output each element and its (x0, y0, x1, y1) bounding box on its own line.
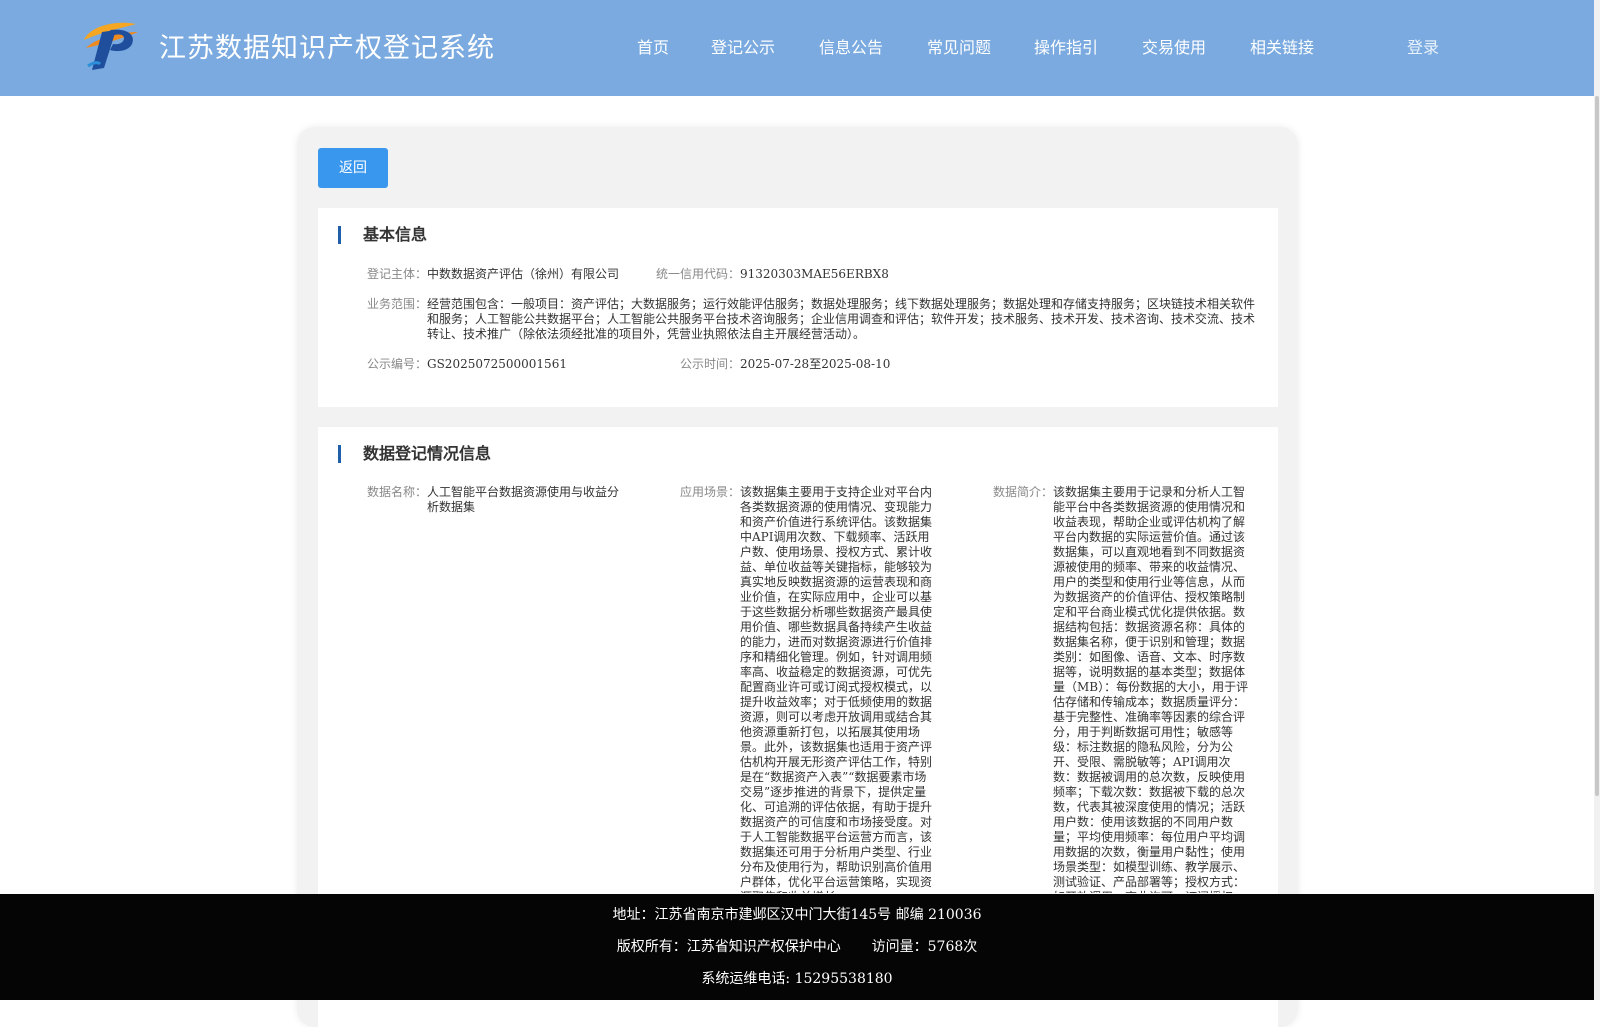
nav-registration-publicity[interactable]: 登记公示 (711, 34, 775, 58)
footer-address: 地址：江苏省南京市建邺区汉中门大街145号 邮编 210036 (612, 907, 982, 923)
basic-info-panel: 基本信息 登记主体： 中数数据资产评估（徐州）有限公司 统一信用代码： 9132… (318, 208, 1278, 407)
scope-field: 业务范围： 经营范围包含：一般项目：资产评估；大数据服务；运行效能评估服务；数据… (367, 297, 1257, 345)
data-name-value: 人工智能平台数据资源使用与收益分析数据集 (427, 485, 620, 514)
section-title-data: 数据登记情况信息 (338, 445, 491, 463)
application-scene-value: 该数据集主要用于支持企业对平台内各类数据资源的使用情况、变现能力和资产价值进行系… (740, 485, 933, 893)
back-button[interactable]: 返回 (318, 148, 388, 188)
footer-copyright-row: 版权所有：江苏省知识产权保护中心 访问量：5768次 (0, 936, 1594, 956)
publicity-time-value: 2025-07-28至2025-08-10 (740, 357, 891, 371)
data-name-label: 数据名称： (367, 485, 428, 499)
page-footer: 地址：江苏省南京市建邺区汉中门大街145号 邮编 210036 版权所有：江苏省… (0, 894, 1594, 1000)
footer-visits: 访问量：5768次 (871, 939, 978, 955)
nav-trading[interactable]: 交易使用 (1142, 34, 1206, 58)
application-scene-label: 应用场景： (680, 485, 741, 499)
nav-home[interactable]: 首页 (637, 34, 669, 58)
scope-value: 经营范围包含：一般项目：资产评估；大数据服务；运行效能评估服务；数据处理服务；线… (427, 297, 1256, 341)
data-intro-field: 数据简介： 该数据集主要用于记录和分析人工智能平台中各类数据资源的使用情况和收益… (993, 485, 1263, 893)
subject-label: 登记主体： (367, 267, 428, 281)
nav-announcements[interactable]: 信息公告 (819, 34, 883, 58)
page-scrollbar[interactable] (1594, 0, 1600, 1000)
login-link[interactable]: 登录 (1407, 34, 1439, 58)
scope-label: 业务范围： (367, 297, 428, 311)
data-intro-label: 数据简介： (993, 485, 1054, 499)
publicity-number-label: 公示编号： (367, 357, 428, 371)
logo[interactable] (80, 18, 140, 72)
nav-guide[interactable]: 操作指引 (1034, 34, 1098, 58)
footer-phone: 系统运维电话: 15295538180 (701, 971, 893, 987)
data-intro-value: 该数据集主要用于记录和分析人工智能平台中各类数据资源的使用情况和收益表现，帮助企… (1053, 485, 1249, 893)
scrollbar-thumb[interactable] (1595, 96, 1599, 796)
publicity-number-value: GS2025072500001561 (427, 357, 567, 371)
nav-faq[interactable]: 常见问题 (927, 34, 991, 58)
credit-code-label: 统一信用代码： (656, 267, 741, 281)
section-title-basic: 基本信息 (338, 226, 427, 244)
subject-value: 中数数据资产评估（徐州）有限公司 (427, 267, 620, 281)
ip-logo-icon (84, 22, 138, 70)
app-title: 江苏数据知识产权登记系统 (159, 33, 495, 64)
application-scene-field: 应用场景： 该数据集主要用于支持企业对平台内各类数据资源的使用情况、变现能力和资… (680, 485, 940, 893)
footer-copyright: 版权所有：江苏省知识产权保护中心 (616, 939, 841, 955)
top-header: 江苏数据知识产权登记系统 首页 登记公示 信息公告 常见问题 操作指引 交易使用… (0, 0, 1594, 96)
publicity-time-label: 公示时间： (680, 357, 741, 371)
credit-code-value: 91320303MAE56ERBX8 (740, 267, 889, 281)
nav-links[interactable]: 相关链接 (1250, 34, 1314, 58)
